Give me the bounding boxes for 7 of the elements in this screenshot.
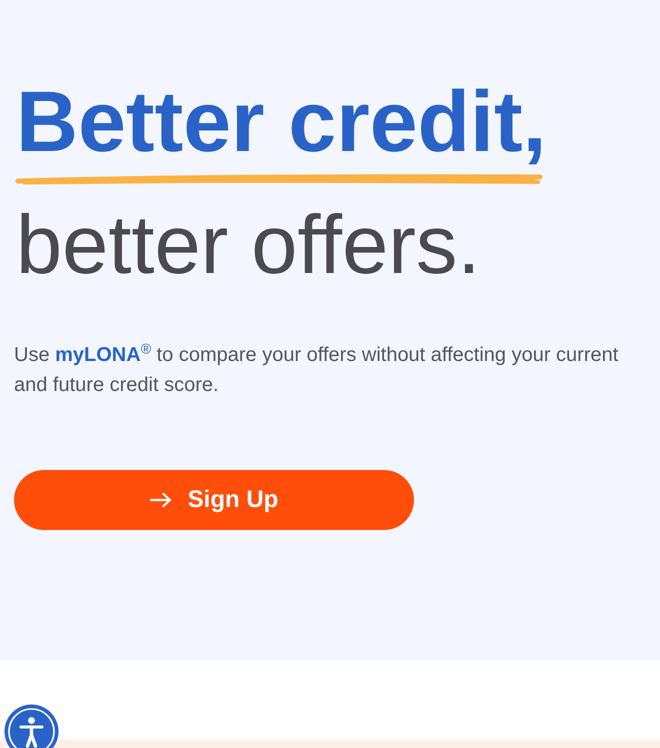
arrow-right-icon [150,492,172,508]
headline-light: better offers. [16,200,480,290]
accessibility-button[interactable] [4,704,59,748]
accessibility-icon [4,704,59,748]
description-text: Use myLONA$^{®}$ to compare your offers without affecting your current and future credit score. [14,340,620,398]
headline-bold: Better credit, [16,73,546,172]
sign-up-button[interactable]: Sign Up [14,470,414,530]
